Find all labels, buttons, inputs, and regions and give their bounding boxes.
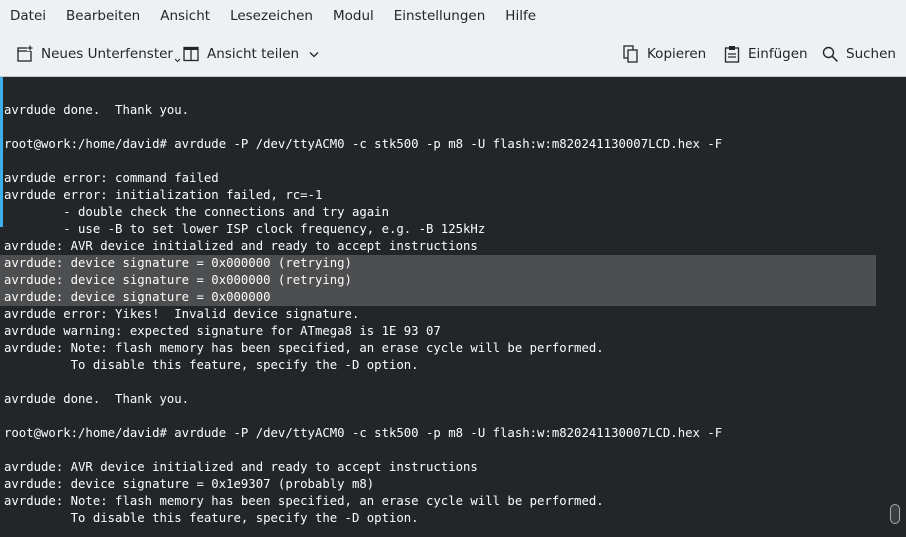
search-button[interactable]: Suchen [822, 32, 896, 76]
menu-einstellungen[interactable]: Einstellungen [384, 0, 496, 32]
terminal-line: - use -B to set lower ISP clock frequenc… [4, 222, 486, 236]
new-tab-icon [16, 45, 34, 63]
terminal-line: avrdude done. Thank you. [4, 392, 190, 406]
terminal-line: avrdude: AVR device initialized and read… [4, 239, 478, 253]
toolbar: Neues Unterfenster Ansicht teilen Kopier… [0, 32, 906, 77]
terminal-line: avrdude: Note: flash memory has been spe… [4, 341, 604, 355]
terminal-line: - double check the connections and try a… [4, 205, 389, 219]
menu-datei[interactable]: Datei [0, 0, 56, 32]
terminal-line: root@work:/home/david# avrdude -P /dev/t… [4, 137, 723, 151]
terminal-line: root@work:/home/david# avrdude -P /dev/t… [4, 426, 723, 440]
terminal-line: To disable this feature, specify the -D … [4, 511, 419, 525]
menu-bar: Datei Bearbeiten Ansicht Lesezeichen Mod… [0, 0, 906, 32]
terminal-line: To disable this feature, specify the -D … [4, 358, 419, 372]
terminal-line: avrdude: device signature = 0x000000 (re… [4, 273, 352, 287]
scrollbar-handle[interactable] [890, 504, 900, 524]
terminal-line: avrdude: device signature = 0x000000 (re… [4, 256, 352, 270]
paste-label: Einfügen [748, 46, 808, 62]
terminal-output[interactable]: avrdude done. Thank you. root@work:/home/… [0, 77, 906, 537]
split-view-icon [183, 46, 199, 62]
active-view-indicator [0, 77, 3, 227]
split-view-label: Ansicht teilen [207, 46, 300, 62]
paste-button[interactable]: Einfügen [724, 32, 808, 76]
menu-modul[interactable]: Modul [323, 0, 384, 32]
new-tab-label: Neues Unterfenster [41, 46, 173, 62]
menu-hilfe[interactable]: Hilfe [495, 0, 546, 32]
chevron-down-icon [309, 51, 319, 58]
paste-icon [724, 45, 740, 63]
menu-lesezeichen[interactable]: Lesezeichen [220, 0, 323, 32]
new-tab-button[interactable]: Neues Unterfenster [16, 32, 181, 76]
terminal-line: avrdude error: Yikes! Invalid device sig… [4, 307, 360, 321]
menu-bearbeiten[interactable]: Bearbeiten [56, 0, 150, 32]
copy-icon [623, 45, 639, 63]
menu-ansicht[interactable]: Ansicht [150, 0, 220, 32]
copy-label: Kopieren [647, 46, 707, 62]
terminal-line: avrdude: Note: flash memory has been spe… [4, 494, 604, 508]
split-view-button[interactable]: Ansicht teilen [183, 32, 319, 76]
terminal-line: avrdude: AVR device initialized and read… [4, 460, 478, 474]
terminal-line: avrdude: device signature = 0x000000 [4, 290, 271, 304]
terminal-line: avrdude: device signature = 0x1e9307 (pr… [4, 477, 375, 491]
terminal-line: avrdude done. Thank you. [4, 103, 190, 117]
terminal-line: avrdude warning: expected signature for … [4, 324, 441, 338]
search-icon [822, 46, 839, 63]
terminal-line: avrdude error: initialization failed, rc… [4, 188, 323, 202]
terminal-line: avrdude error: command failed [4, 171, 219, 185]
search-label: Suchen [846, 46, 896, 62]
copy-button[interactable]: Kopieren [623, 32, 706, 76]
dropdown-indicator-icon [174, 58, 181, 63]
